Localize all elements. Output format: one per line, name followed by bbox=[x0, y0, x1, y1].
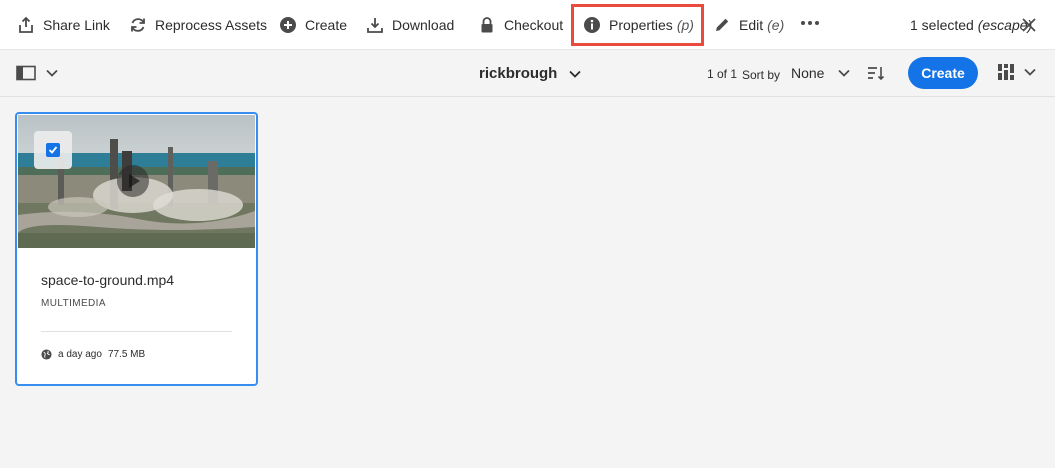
download-icon bbox=[367, 18, 383, 33]
sort-value: None bbox=[791, 65, 825, 81]
edit-button[interactable]: Edit (e) bbox=[713, 0, 784, 50]
view-switcher[interactable] bbox=[998, 64, 1036, 80]
create-action-button[interactable]: Create bbox=[279, 0, 347, 50]
properties-shortcut: (p) bbox=[676, 17, 694, 33]
chevron-down-icon bbox=[1024, 68, 1036, 76]
download-label: Download bbox=[392, 17, 455, 33]
create-action-label: Create bbox=[305, 17, 348, 33]
properties-button[interactable]: Properties (p) bbox=[583, 0, 694, 50]
reprocess-icon bbox=[131, 18, 145, 32]
more-actions-icon[interactable] bbox=[799, 17, 821, 29]
selection-status: 1 selected (escape) bbox=[910, 17, 1032, 33]
checkout-label: Checkout bbox=[504, 17, 564, 33]
play-icon[interactable] bbox=[116, 164, 150, 198]
sort-by-label: Sort by bbox=[742, 68, 781, 82]
asset-title: space-to-ground.mp4 bbox=[41, 272, 175, 288]
asset-type: MULTIMEDIA bbox=[41, 298, 106, 309]
download-button[interactable]: Download bbox=[366, 0, 454, 50]
sort-order-icon[interactable] bbox=[867, 64, 885, 82]
asset-card[interactable]: space-to-ground.mp4 MULTIMEDIA a day ago… bbox=[15, 112, 258, 386]
folder-title-dropdown[interactable]: rickbrough bbox=[479, 65, 581, 82]
paging-indicator: 1 of 1 bbox=[707, 67, 738, 81]
lock-icon bbox=[481, 17, 493, 33]
share-link-label: Share Link bbox=[43, 17, 110, 33]
checkout-button[interactable]: Checkout bbox=[478, 0, 563, 50]
share-link-button[interactable]: Share Link bbox=[17, 0, 110, 50]
action-bar: Share Link Reprocess Assets Create Downl… bbox=[0, 0, 1055, 50]
checkbox-checked bbox=[46, 143, 60, 157]
chevron-down-icon bbox=[46, 69, 58, 77]
folder-title: rickbrough bbox=[479, 65, 558, 82]
select-checkbox[interactable] bbox=[34, 131, 72, 169]
card-view-icon bbox=[998, 64, 1014, 80]
info-icon bbox=[584, 17, 600, 33]
properties-label: Properties bbox=[609, 17, 673, 33]
pencil-icon bbox=[716, 18, 729, 31]
chevron-down-icon bbox=[569, 70, 581, 78]
edit-shortcut: (e) bbox=[767, 17, 785, 33]
create-button[interactable]: Create bbox=[908, 57, 978, 89]
card-divider bbox=[41, 331, 232, 332]
close-icon[interactable] bbox=[1020, 16, 1038, 34]
side-panel-icon bbox=[16, 65, 36, 81]
edit-label: Edit bbox=[739, 17, 764, 33]
rail-toggle-button[interactable] bbox=[16, 65, 58, 81]
checkmark-icon bbox=[48, 146, 58, 154]
globe-icon bbox=[41, 349, 52, 360]
sub-header: rickbrough 1 of 1 Sort by None Create bbox=[0, 50, 1055, 97]
add-circle-icon bbox=[280, 17, 296, 33]
reprocess-assets-label: Reprocess Assets bbox=[155, 17, 268, 33]
asset-meta: a day ago 77.5 MB bbox=[41, 349, 145, 360]
share-icon bbox=[19, 16, 33, 33]
selection-count: 1 selected bbox=[910, 17, 974, 33]
chevron-down-icon bbox=[838, 69, 851, 77]
asset-size: 77.5 MB bbox=[107, 349, 146, 360]
asset-modified: a day ago bbox=[58, 349, 102, 360]
reprocess-assets-button[interactable]: Reprocess Assets bbox=[129, 0, 267, 50]
sort-select[interactable]: None bbox=[791, 65, 851, 81]
